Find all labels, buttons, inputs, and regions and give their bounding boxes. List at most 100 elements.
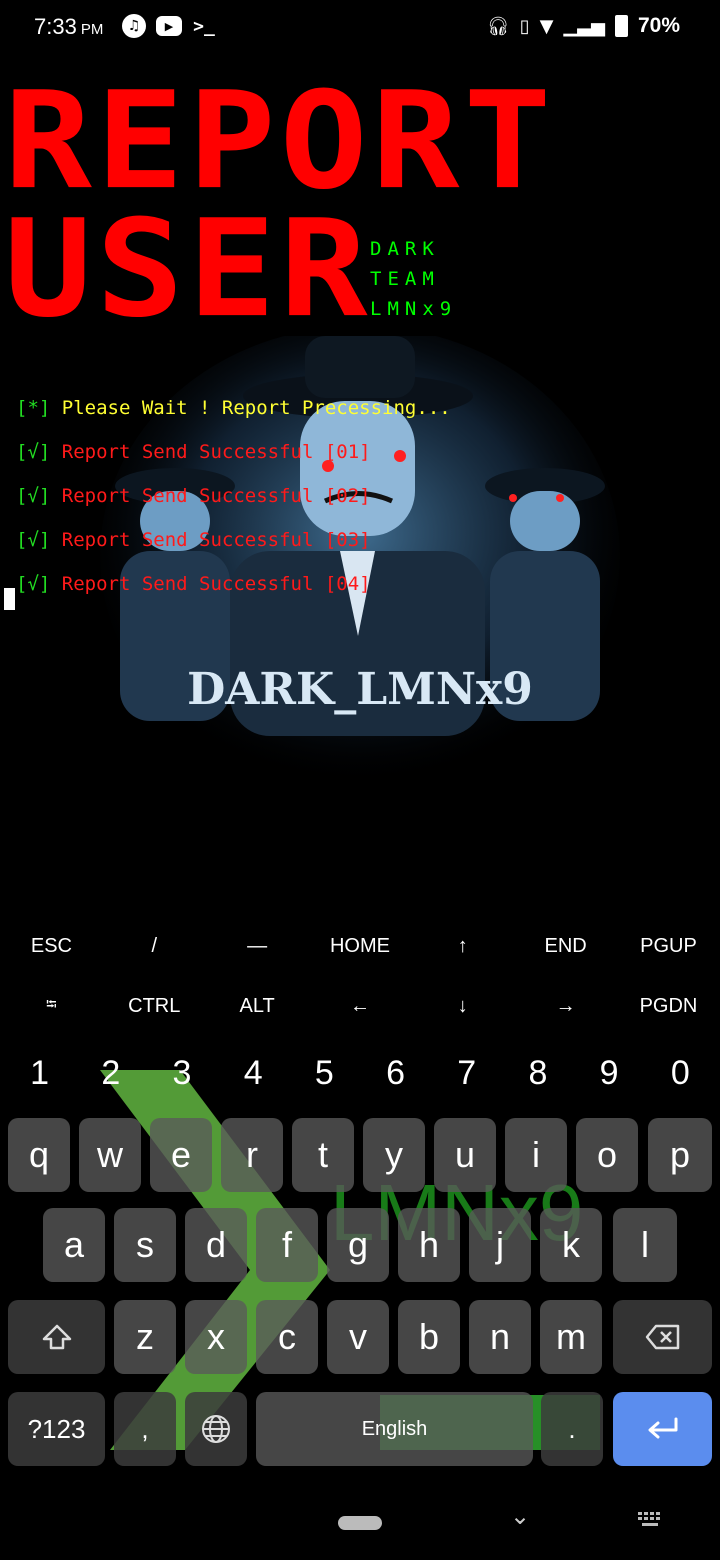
status-bar: 7:33 PM ♫ ▶ >_ 🎧︎ ▯ ▼ ▁▃▅ 70% <box>0 0 720 56</box>
key-e[interactable]: e <box>150 1118 212 1192</box>
key-5[interactable]: 5 <box>294 1040 354 1106</box>
end-key[interactable]: END <box>514 916 617 976</box>
banner-title-line1: REPORT <box>4 62 556 220</box>
key-n[interactable]: n <box>469 1300 531 1374</box>
enter-key[interactable] <box>613 1392 712 1466</box>
team-line-1: DARK <box>370 238 440 260</box>
key-9[interactable]: 9 <box>579 1040 639 1106</box>
key-7[interactable]: 7 <box>437 1040 497 1106</box>
log-line: [√] Report Send Successful [03] <box>16 529 371 551</box>
headphones-icon: 🎧︎ <box>486 15 510 37</box>
pgdn-key[interactable]: PGDN <box>617 976 720 1036</box>
banner-team-label: DARK TEAM LMNx9 <box>370 234 457 324</box>
key-3[interactable]: 3 <box>152 1040 212 1106</box>
space-bar[interactable]: English <box>256 1392 533 1466</box>
key-y[interactable]: y <box>363 1118 425 1192</box>
youtube-icon: ▶ <box>156 16 182 36</box>
dash-key[interactable]: — <box>206 916 309 976</box>
vibrate-icon: ▯ <box>519 15 530 37</box>
notification-icons: ♫ ▶ >_ <box>122 14 216 38</box>
key-p[interactable]: p <box>648 1118 712 1192</box>
key-c[interactable]: c <box>256 1300 318 1374</box>
home-key[interactable]: HOME <box>309 916 412 976</box>
language-key[interactable] <box>185 1392 247 1466</box>
key-d[interactable]: d <box>185 1208 247 1282</box>
key-m[interactable]: m <box>540 1300 602 1374</box>
key-b[interactable]: b <box>398 1300 460 1374</box>
key-z[interactable]: z <box>114 1300 176 1374</box>
status-time: 7:33 PM <box>34 14 104 39</box>
team-line-2: TEAM <box>370 268 440 290</box>
arrow-right-key[interactable]: → <box>514 976 617 1036</box>
backspace-key[interactable] <box>613 1300 712 1374</box>
key-g[interactable]: g <box>327 1208 389 1282</box>
globe-icon <box>202 1415 230 1443</box>
soft-keyboard: LMNx9 1 2 3 4 5 6 7 8 9 0 q w e r t y u … <box>0 1040 720 1480</box>
log-line: [*] Please Wait ! Report Precessing... <box>16 397 451 419</box>
key-4[interactable]: 4 <box>223 1040 283 1106</box>
comma-key[interactable]: , <box>114 1392 176 1466</box>
battery-percent: 70% <box>637 14 680 37</box>
key-o[interactable]: o <box>576 1118 638 1192</box>
log-line: [√] Report Send Successful [04] <box>16 573 371 595</box>
terminal-output: [*] Please Wait ! Report Precessing... [… <box>16 386 451 606</box>
terminal-view[interactable]: DARK_LMNx9 REPORT USER DARK TEAM LMNx9 [… <box>0 56 720 916</box>
key-a[interactable]: a <box>43 1208 105 1282</box>
slash-key[interactable]: / <box>103 916 206 976</box>
alt-key[interactable]: ALT <box>206 976 309 1036</box>
signal-icon: ▁▃▅ <box>563 15 605 37</box>
extra-keys-bar: ESC / — HOME ↑ END PGUP ⭾ CTRL ALT ← ↓ →… <box>0 916 720 1036</box>
key-i[interactable]: i <box>505 1118 567 1192</box>
key-l[interactable]: l <box>613 1208 677 1282</box>
team-line-3: LMNx9 <box>370 298 458 320</box>
extra-keys-row-1: ESC / — HOME ↑ END PGUP <box>0 916 720 976</box>
key-s[interactable]: s <box>114 1208 176 1282</box>
key-v[interactable]: v <box>327 1300 389 1374</box>
key-6[interactable]: 6 <box>366 1040 426 1106</box>
arrow-down-key[interactable]: ↓ <box>411 976 514 1036</box>
home-gesture-pill[interactable] <box>338 1516 382 1530</box>
key-u[interactable]: u <box>434 1118 496 1192</box>
shift-icon <box>42 1324 71 1350</box>
log-line: [√] Report Send Successful [02] <box>16 485 371 507</box>
esc-key[interactable]: ESC <box>0 916 103 976</box>
key-k[interactable]: k <box>540 1208 602 1282</box>
key-r[interactable]: r <box>221 1118 283 1192</box>
banner-title-line2: USER <box>4 190 372 348</box>
key-j[interactable]: j <box>469 1208 531 1282</box>
extra-keys-row-2: ⭾ CTRL ALT ← ↓ → PGDN <box>0 976 720 1036</box>
pgup-key[interactable]: PGUP <box>617 916 720 976</box>
key-0[interactable]: 0 <box>650 1040 710 1106</box>
report-user-banner: REPORT USER DARK TEAM LMNx9 <box>4 62 564 348</box>
period-key[interactable]: . <box>541 1392 603 1466</box>
key-h[interactable]: h <box>398 1208 460 1282</box>
key-w[interactable]: w <box>79 1118 141 1192</box>
terminal-icon: >_ <box>193 15 215 37</box>
terminal-cursor <box>4 588 15 610</box>
arrow-up-key[interactable]: ↑ <box>411 916 514 976</box>
key-q[interactable]: q <box>8 1118 70 1192</box>
key-1[interactable]: 1 <box>10 1040 70 1106</box>
backspace-icon <box>645 1324 679 1350</box>
battery-icon <box>614 15 628 37</box>
music-app-icon: ♫ <box>122 14 146 38</box>
key-f[interactable]: f <box>256 1208 318 1282</box>
keyboard-switch-icon[interactable] <box>636 1510 666 1530</box>
wifi-icon: ▼ <box>539 15 554 37</box>
tab-key[interactable]: ⭾ <box>0 976 103 1036</box>
arrow-left-key[interactable]: ← <box>309 976 412 1036</box>
hide-keyboard-chevron-icon[interactable]: ⌄ <box>510 1502 530 1530</box>
symbols-key[interactable]: ?123 <box>8 1392 105 1466</box>
enter-icon <box>648 1417 677 1439</box>
number-row: 1 2 3 4 5 6 7 8 9 0 <box>0 1040 720 1106</box>
key-8[interactable]: 8 <box>508 1040 568 1106</box>
key-x[interactable]: x <box>185 1300 247 1374</box>
log-line: [√] Report Send Successful [01] <box>16 441 371 463</box>
navigation-bar: ⌄ <box>0 1480 720 1560</box>
key-2[interactable]: 2 <box>81 1040 141 1106</box>
shift-key[interactable] <box>8 1300 105 1374</box>
system-icons: 🎧︎ ▯ ▼ ▁▃▅ 70% <box>487 14 680 38</box>
background-caption: DARK_LMNx9 <box>187 664 533 715</box>
ctrl-key[interactable]: CTRL <box>103 976 206 1036</box>
key-t[interactable]: t <box>292 1118 354 1192</box>
